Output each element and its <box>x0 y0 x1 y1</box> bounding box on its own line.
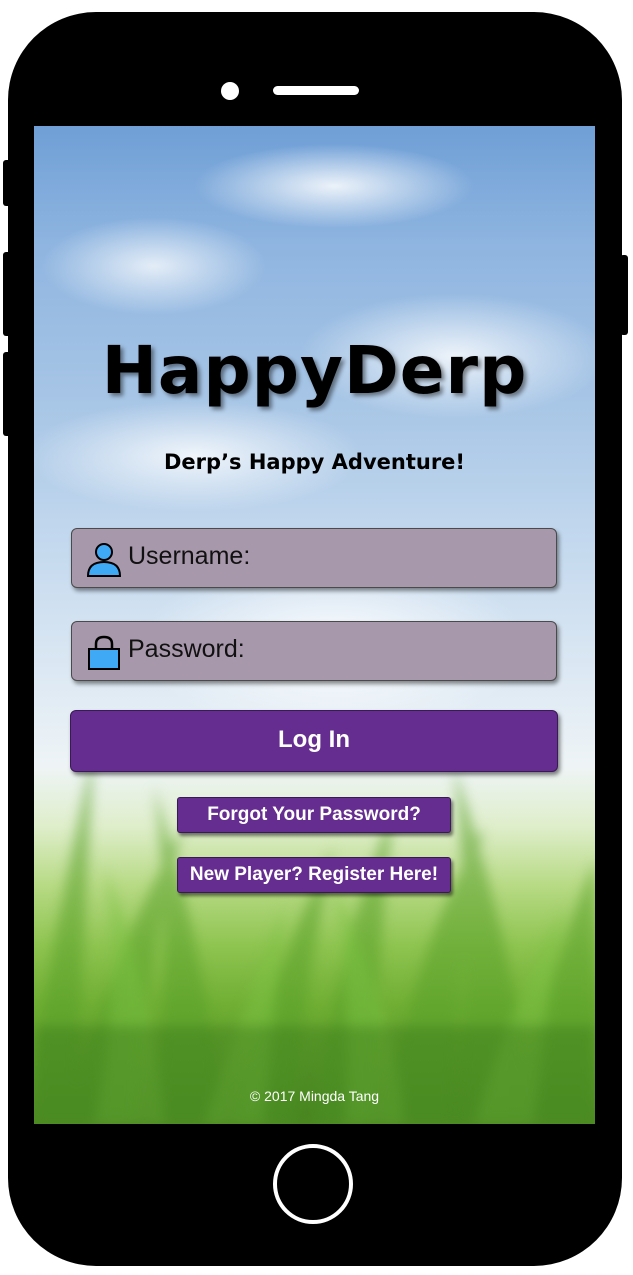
earpiece-speaker <box>273 86 359 95</box>
app-screen: HappyDerp Derp’s Happy Adventure! Userna… <box>34 126 595 1124</box>
username-label: Username: <box>128 542 251 570</box>
home-button[interactable] <box>273 1144 353 1224</box>
login-button[interactable]: Log In <box>70 710 558 772</box>
app-title: HappyDerp <box>101 332 528 409</box>
username-field[interactable]: Username: <box>71 528 557 588</box>
password-field[interactable]: Password: <box>71 621 557 681</box>
lock-icon <box>88 635 120 670</box>
user-icon <box>86 543 122 577</box>
front-camera <box>221 82 239 100</box>
app-subtitle: Derp’s Happy Adventure! <box>164 450 465 474</box>
password-label: Password: <box>128 635 245 663</box>
forgot-password-button[interactable]: Forgot Your Password? <box>177 797 451 833</box>
copyright-footer: © 2017 Mingda Tang <box>249 1088 380 1104</box>
register-button[interactable]: New Player? Register Here! <box>177 857 451 893</box>
